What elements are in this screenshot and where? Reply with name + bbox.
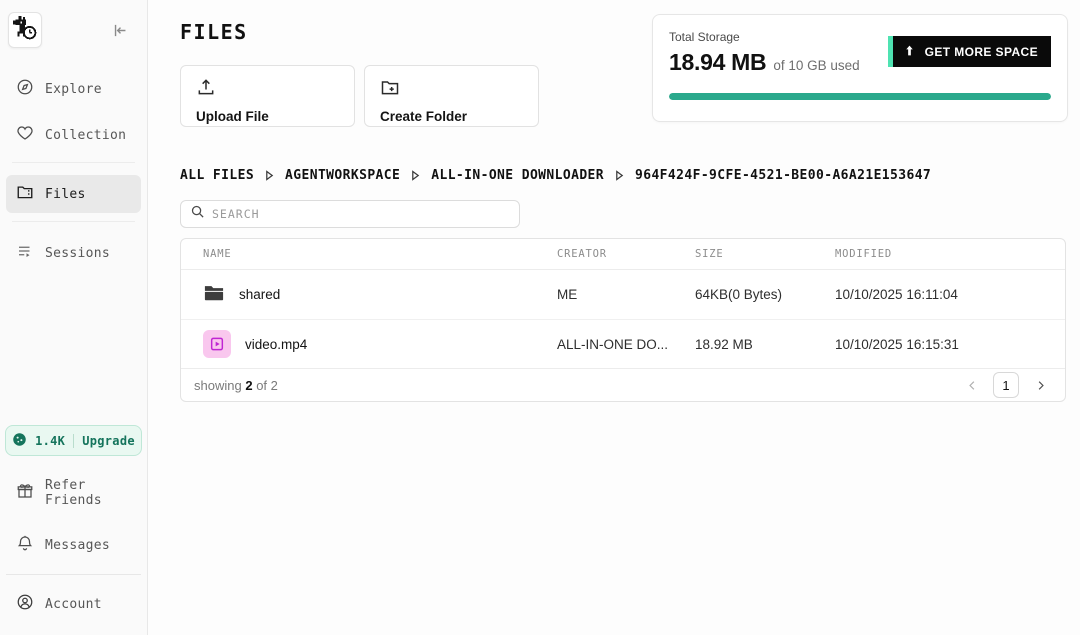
bell-icon [16,534,34,556]
app-window: Explore Collection Files [0,0,1080,635]
upload-icon [196,84,216,101]
sidebar-item-collection[interactable]: Collection [6,116,141,154]
file-modified: 10/10/2025 16:15:31 [835,337,1065,352]
breadcrumb-all-files[interactable]: ALL FILES [180,168,254,183]
sidebar-item-refer-friends[interactable]: Refer Friends [6,470,141,516]
account-icon [16,593,34,615]
sidebar: Explore Collection Files [0,0,148,635]
create-folder-button[interactable]: Create Folder [364,65,539,127]
search-input[interactable] [212,207,510,221]
column-header-creator: CREATOR [557,248,695,260]
storage-progress-fill [669,93,1051,100]
video-file-icon [203,330,231,358]
storage-card: Total Storage 18.94 MB of 10 GB used GE [652,14,1068,122]
breadcrumb-downloader[interactable]: ALL-IN-ONE DOWNLOADER [431,168,604,183]
sidebar-item-messages[interactable]: Messages [6,526,141,564]
file-name: video.mp4 [245,337,307,352]
table-row[interactable]: video.mp4 ALL-IN-ONE DO... 18.92 MB 10/1… [181,319,1065,368]
sidebar-item-explore[interactable]: Explore [6,70,141,108]
breadcrumb-current-folder[interactable]: 964F424F-9CFE-4521-BE00-A6A21E153647 [635,168,931,183]
table-row[interactable]: shared ME 64KB(0 Bytes) 10/10/2025 16:11… [181,270,1065,319]
folder-plus-icon [380,84,400,101]
page-title: FILES [180,20,539,44]
compass-icon [16,78,34,100]
divider [73,434,74,448]
sidebar-item-label: Explore [45,82,102,97]
table-header: NAME CREATOR SIZE MODIFIED [181,239,1065,270]
upload-file-label: Upload File [196,109,339,124]
file-modified: 10/10/2025 16:11:04 [835,287,1065,302]
column-header-size: SIZE [695,248,835,260]
showing-count: showing 2 of 2 [194,378,278,393]
sidebar-item-label: Refer Friends [45,478,131,508]
credits-upgrade-pill[interactable]: 1.4K Upgrade [5,425,142,456]
main-content: FILES Upload File [148,0,1080,635]
folder-filled-icon [203,283,225,306]
files-table: NAME CREATOR SIZE MODIFIED shared ME 64 [180,238,1066,402]
file-size: 18.92 MB [695,337,835,352]
storage-used-value: 18.94 MB [669,49,766,76]
sidebar-item-label: Account [45,597,102,612]
upgrade-link[interactable]: Upgrade [82,434,135,448]
column-header-modified: MODIFIED [835,248,1065,260]
sidebar-item-files[interactable]: Files [6,175,141,213]
divider [12,162,135,163]
sidebar-item-label: Messages [45,538,110,553]
sidebar-item-account[interactable]: Account [6,585,141,623]
next-page-button[interactable] [1028,373,1052,397]
arrow-up-icon [903,44,916,60]
create-folder-label: Create Folder [380,109,523,124]
folder-icon [16,183,34,205]
sidebar-item-label: Sessions [45,246,110,261]
search-icon [190,204,205,224]
file-size: 64KB(0 Bytes) [695,287,835,302]
divider [12,221,135,222]
storage-progress-bar [669,93,1051,100]
upload-file-button[interactable]: Upload File [180,65,355,127]
sessions-icon [16,242,34,264]
breadcrumb-agentworkspace[interactable]: AGENTWORKSPACE [285,168,400,183]
collapse-sidebar-icon[interactable] [112,22,129,39]
chevron-right-icon [615,170,624,181]
storage-label: Total Storage [669,30,860,44]
file-creator: ME [557,287,695,302]
breadcrumb: ALL FILES AGENTWORKSPACE ALL-IN-ONE DOWN… [180,168,1068,183]
app-logo[interactable] [8,12,42,48]
heart-icon [16,124,34,146]
llama-logo-icon [12,15,38,46]
divider [6,574,141,575]
storage-quota-text: of 10 GB used [773,58,859,73]
chevron-right-icon [411,170,420,181]
previous-page-button[interactable] [960,373,984,397]
search-box [180,200,520,228]
get-more-space-button[interactable]: GET MORE SPACE [888,36,1051,67]
sidebar-nav: Explore Collection Files [0,70,147,280]
file-creator: ALL-IN-ONE DO... [557,337,695,352]
chevron-right-icon [265,170,274,181]
file-name: shared [239,287,280,302]
sidebar-item-label: Collection [45,128,126,143]
credits-amount: 1.4K [35,434,65,448]
table-footer: showing 2 of 2 1 [181,368,1065,401]
page-number-button[interactable]: 1 [993,372,1019,398]
get-more-space-label: GET MORE SPACE [925,45,1038,59]
pagination: 1 [960,372,1052,398]
sidebar-item-label: Files [45,187,86,202]
column-header-name: NAME [181,248,557,260]
gift-icon [16,482,34,504]
cookie-icon [12,432,27,450]
sidebar-item-sessions[interactable]: Sessions [6,234,141,272]
